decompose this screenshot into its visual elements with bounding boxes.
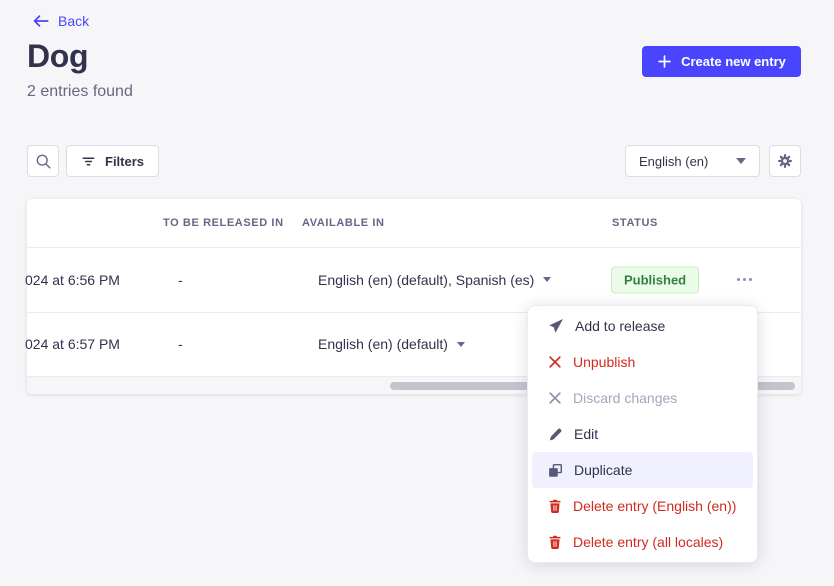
back-arrow-icon — [32, 14, 49, 28]
filters-button[interactable]: Filters — [66, 145, 159, 177]
chevron-down-icon — [457, 342, 465, 347]
cross-icon — [548, 391, 562, 405]
menu-item-discard-changes[interactable]: Discard changes — [528, 380, 757, 416]
menu-item-delete-entry-all-locales[interactable]: Delete entry (all locales) — [528, 524, 757, 560]
status-badge: Published — [611, 266, 699, 293]
to-be-released-in-cell: - — [178, 336, 183, 352]
create-new-entry-label: Create new entry — [681, 54, 786, 69]
create-new-entry-button[interactable]: Create new entry — [642, 46, 801, 77]
available-in-value: English (en) (default) — [318, 336, 448, 352]
menu-item-label: Unpublish — [573, 354, 635, 370]
to-be-released-in-cell: - — [178, 272, 183, 288]
cross-icon — [548, 355, 562, 369]
filter-icon — [81, 154, 96, 169]
paper-plane-icon — [548, 318, 564, 334]
column-header-to-be-released-in[interactable]: TO BE RELEASED IN — [163, 199, 284, 247]
search-icon — [35, 153, 52, 170]
entries-count: 2 entries found — [27, 83, 133, 101]
chevron-down-icon — [543, 277, 551, 282]
settings-button[interactable] — [769, 145, 801, 177]
menu-item-duplicate[interactable]: Duplicate — [532, 452, 753, 488]
table-row[interactable]: 024 at 6:56 PM - English (en) (default),… — [27, 247, 801, 312]
filters-label: Filters — [105, 154, 144, 169]
locale-selected-value: English (en) — [639, 154, 708, 169]
updated-at-cell: 024 at 6:57 PM — [25, 336, 120, 352]
back-link[interactable]: Back — [32, 13, 89, 29]
row-actions-menu: Add to release Unpublish Discard changes… — [527, 305, 758, 563]
menu-item-edit[interactable]: Edit — [528, 416, 757, 452]
plus-icon — [657, 54, 672, 69]
menu-item-delete-entry-locale[interactable]: Delete entry (English (en)) — [528, 488, 757, 524]
menu-item-label: Duplicate — [574, 462, 632, 478]
search-button[interactable] — [27, 145, 59, 177]
trash-icon — [548, 535, 562, 549]
locale-select[interactable]: English (en) — [625, 145, 760, 177]
duplicate-icon — [548, 463, 563, 478]
back-label: Back — [58, 13, 89, 29]
available-in-value: English (en) (default), Spanish (es) — [318, 272, 534, 288]
menu-item-unpublish[interactable]: Unpublish — [528, 344, 757, 380]
available-in-cell[interactable]: English (en) (default) — [318, 336, 465, 352]
chevron-down-icon — [736, 158, 746, 164]
updated-at-cell: 024 at 6:56 PM — [25, 272, 120, 288]
gear-icon — [777, 153, 793, 169]
column-header-status[interactable]: STATUS — [612, 199, 658, 247]
menu-item-label: Delete entry (all locales) — [573, 534, 723, 550]
available-in-cell[interactable]: English (en) (default), Spanish (es) — [318, 272, 551, 288]
row-actions-button[interactable] — [729, 268, 759, 292]
menu-item-add-to-release[interactable]: Add to release — [528, 308, 757, 344]
menu-item-label: Add to release — [575, 318, 665, 334]
column-header-available-in[interactable]: AVAILABLE IN — [302, 199, 385, 247]
menu-item-label: Delete entry (English (en)) — [573, 498, 736, 514]
page-title: Dog — [27, 38, 88, 75]
pencil-icon — [548, 427, 563, 442]
trash-icon — [548, 499, 562, 513]
menu-item-label: Discard changes — [573, 390, 677, 406]
menu-item-label: Edit — [574, 426, 598, 442]
